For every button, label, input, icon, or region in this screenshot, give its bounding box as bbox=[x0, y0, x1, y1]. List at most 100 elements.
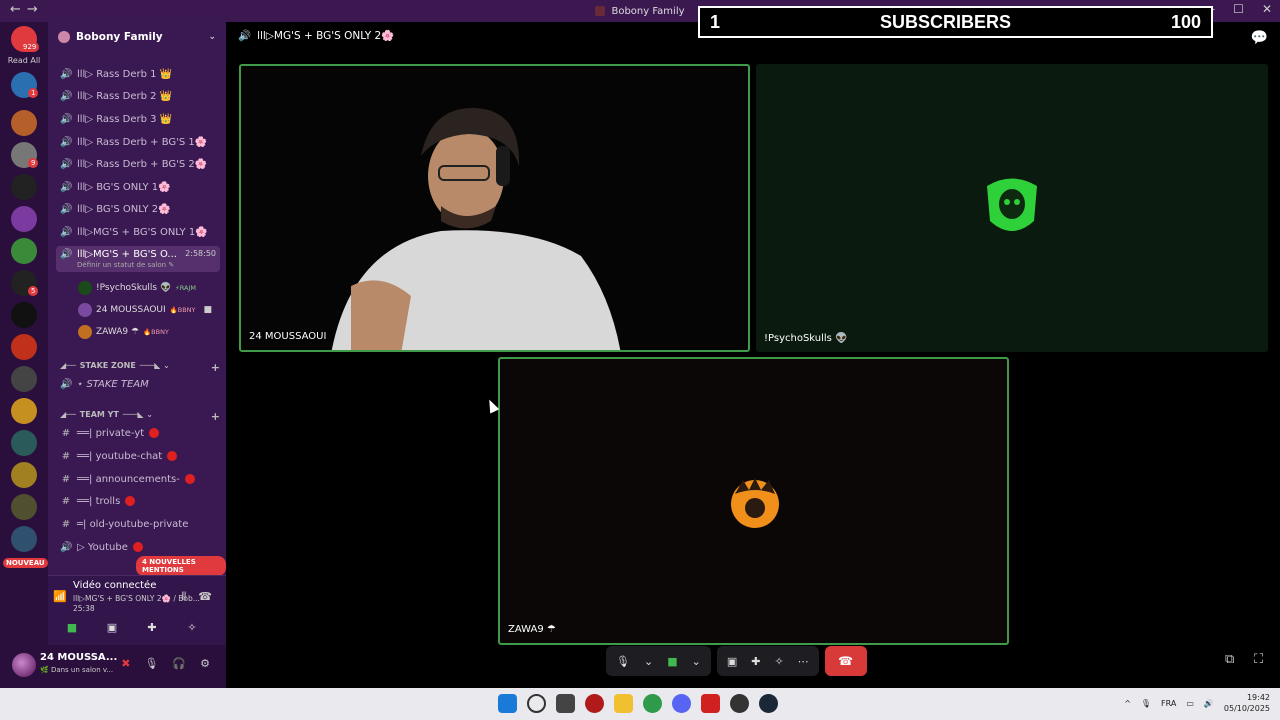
server-rail: 929 Read All 1 9 5 NOUVEAU bbox=[0, 22, 48, 688]
hang-up-button[interactable]: ☎ bbox=[824, 646, 867, 676]
server-icon[interactable] bbox=[11, 238, 37, 264]
popout-icon[interactable]: ⧉ bbox=[1225, 652, 1234, 667]
hash-icon: # bbox=[61, 495, 71, 507]
microphone-icon[interactable]: 🎙 bbox=[1141, 699, 1151, 708]
video-tile[interactable]: ZAWA9 ☂ bbox=[498, 357, 1009, 645]
category-stake-zone[interactable]: ◢── STAKE ZONE ───◣ ⌄ + bbox=[60, 361, 220, 374]
voice-channel-item[interactable]: 🔊 lll▷ Rass Derb + BG'S 2🌸 bbox=[56, 154, 220, 174]
voice-member[interactable]: !PsychoSkulls 👽 ⚡RAJM bbox=[78, 279, 196, 297]
channel-status-prompt[interactable]: Définir un statut de salon ✎ bbox=[77, 261, 174, 269]
volume-icon[interactable]: 🔊 bbox=[1204, 699, 1214, 708]
camera-icon[interactable]: ■ bbox=[667, 655, 677, 668]
avatar[interactable] bbox=[12, 653, 36, 677]
participant-name: 24 MOUSSAOUI bbox=[249, 331, 327, 342]
add-channel-icon[interactable]: + bbox=[211, 361, 220, 374]
screen-share-icon[interactable]: ▣ bbox=[727, 655, 737, 668]
subscriber-overlay: 1 SUBSCRIBERS 100 bbox=[698, 6, 1213, 38]
server-icon[interactable] bbox=[11, 174, 37, 200]
server-icon[interactable] bbox=[11, 366, 37, 392]
obs-icon[interactable] bbox=[730, 694, 749, 713]
chat-icon[interactable]: 💬 bbox=[1251, 30, 1268, 46]
speaker-icon: 🔊 bbox=[60, 203, 73, 215]
server-icon[interactable] bbox=[11, 206, 37, 232]
category-team-yt[interactable]: ◢── TEAM YT ───◣ ⌄ + bbox=[60, 410, 220, 423]
task-view-icon[interactable] bbox=[556, 694, 575, 713]
speaker-icon: 🔊 bbox=[60, 136, 73, 148]
network-icon[interactable]: ▭ bbox=[1186, 699, 1194, 708]
app-icon[interactable] bbox=[701, 694, 720, 713]
server-icon[interactable] bbox=[11, 494, 37, 520]
disconnect-icon[interactable]: ☎ bbox=[198, 590, 212, 604]
headphones-icon[interactable]: 🎧 bbox=[172, 657, 186, 670]
discord-icon[interactable] bbox=[672, 694, 691, 713]
close-icon[interactable]: ✕ bbox=[1262, 2, 1272, 16]
microphone-icon[interactable]: 🎙 bbox=[144, 657, 158, 670]
gear-icon[interactable]: ⚙ bbox=[200, 657, 210, 670]
video-tile[interactable]: !PsychoSkulls 👽 bbox=[756, 64, 1268, 352]
red-dot-icon bbox=[167, 451, 178, 461]
chevron-down-icon[interactable]: ⌄ bbox=[644, 655, 653, 668]
voice-channel-item[interactable]: 🔊 lll▷ BG'S ONLY 2🌸 bbox=[56, 199, 220, 219]
avatar bbox=[78, 325, 92, 339]
app-icon[interactable] bbox=[585, 694, 604, 713]
gamepad-icon[interactable]: ✚ bbox=[751, 655, 760, 668]
read-all-button[interactable]: Read All bbox=[0, 56, 48, 65]
clock[interactable]: 19:42 05/10/2025 bbox=[1224, 692, 1270, 714]
noise-suppression-icon[interactable]: ⦀ bbox=[181, 590, 186, 604]
chevron-down-icon[interactable]: ⌄ bbox=[692, 655, 701, 668]
voice-panel-actions: ⦀ ☎ bbox=[181, 590, 212, 604]
maximize-icon[interactable]: ☐ bbox=[1233, 2, 1244, 16]
voice-member[interactable]: ZAWA9 ☂ 🔥BBNY bbox=[78, 323, 169, 341]
text-channel-item[interactable]: # ══| private-yt bbox=[56, 423, 220, 443]
username[interactable]: 24 MOUSSA... bbox=[40, 652, 117, 663]
voice-channel-item[interactable]: 🔊 lll▷ Rass Derb 2 👑 bbox=[56, 86, 220, 106]
server-icon[interactable] bbox=[11, 398, 37, 424]
activity-button[interactable]: ✚ bbox=[136, 616, 168, 638]
guild-header[interactable]: Bobony Family ⌄ bbox=[48, 22, 226, 52]
add-channel-icon[interactable]: + bbox=[211, 410, 220, 423]
camera-button[interactable]: ■ bbox=[56, 616, 88, 638]
voice-channel-item[interactable]: 🔊 ▷ Youtube bbox=[56, 537, 220, 557]
server-icon[interactable] bbox=[11, 526, 37, 552]
signal-icon[interactable]: 📶 bbox=[53, 590, 67, 603]
soundboard-icon[interactable]: ✧ bbox=[774, 655, 783, 668]
new-mentions-badge[interactable]: 4 NOUVELLES MENTIONS bbox=[136, 556, 226, 576]
app-title-text: Bobony Family bbox=[611, 5, 685, 17]
mic-camera-group: 🎙 ⌄ ■ ⌄ bbox=[606, 646, 711, 676]
voice-channel-item[interactable]: 🔊 lll▷ Rass Derb 3 👑 bbox=[56, 109, 220, 129]
server-icon[interactable] bbox=[11, 302, 37, 328]
active-voice-channel[interactable]: 🔊 lll▷MG'S + BG'S O... 2:58:50 Définir u… bbox=[56, 246, 220, 272]
chevron-up-icon[interactable]: ^ bbox=[1124, 699, 1131, 708]
text-channel-item[interactable]: # ══| trolls bbox=[56, 491, 220, 511]
participant-video bbox=[291, 96, 621, 350]
more-icon[interactable]: ⋯ bbox=[798, 655, 809, 668]
search-icon[interactable] bbox=[527, 694, 546, 713]
text-channel-item[interactable]: # ══| announcements- bbox=[56, 469, 220, 489]
voice-member[interactable]: 24 MOUSSAOUI 🔥BBNY ■ bbox=[78, 301, 212, 319]
voice-channel-item[interactable]: 🔊 lll▷ BG'S ONLY 1🌸 bbox=[56, 177, 220, 197]
server-icon[interactable] bbox=[11, 462, 37, 488]
speaker-icon: 🔊 bbox=[60, 68, 73, 80]
text-channel-item[interactable]: # ═| old-youtube-private bbox=[56, 514, 220, 534]
screen-share-button[interactable]: ▣ bbox=[96, 616, 128, 638]
voice-channel-item[interactable]: 🔊 lll▷ Rass Derb + BG'S 1🌸 bbox=[56, 132, 220, 152]
chrome-icon[interactable] bbox=[643, 694, 662, 713]
voice-channel-item[interactable]: 🔊 lll▷MG'S + BG'S ONLY 1🌸 bbox=[56, 222, 220, 242]
video-tile[interactable]: 24 MOUSSAOUI bbox=[239, 64, 750, 352]
server-icon[interactable] bbox=[11, 334, 37, 360]
nav-arrows[interactable]: ←→ bbox=[10, 2, 44, 17]
text-channel-item[interactable]: # ══| youtube-chat bbox=[56, 446, 220, 466]
microphone-icon[interactable]: 🎙 bbox=[616, 655, 630, 668]
soundboard-button[interactable]: ✧ bbox=[176, 616, 208, 638]
windows-start-icon[interactable] bbox=[498, 694, 517, 713]
language-indicator[interactable]: FRA bbox=[1161, 699, 1176, 708]
file-explorer-icon[interactable] bbox=[614, 694, 633, 713]
steam-icon[interactable] bbox=[759, 694, 778, 713]
server-icon[interactable] bbox=[11, 110, 37, 136]
voice-channel-item[interactable]: 🔊 ⋆ STAKE TEAM bbox=[56, 374, 220, 394]
game-muted-icon[interactable]: ✖ bbox=[121, 657, 130, 670]
server-icon[interactable] bbox=[11, 430, 37, 456]
fullscreen-icon[interactable]: ⛶ bbox=[1254, 652, 1263, 667]
new-badge[interactable]: NOUVEAU bbox=[3, 558, 48, 568]
voice-channel-item[interactable]: 🔊 lll▷ Rass Derb 1 👑 bbox=[56, 64, 220, 84]
